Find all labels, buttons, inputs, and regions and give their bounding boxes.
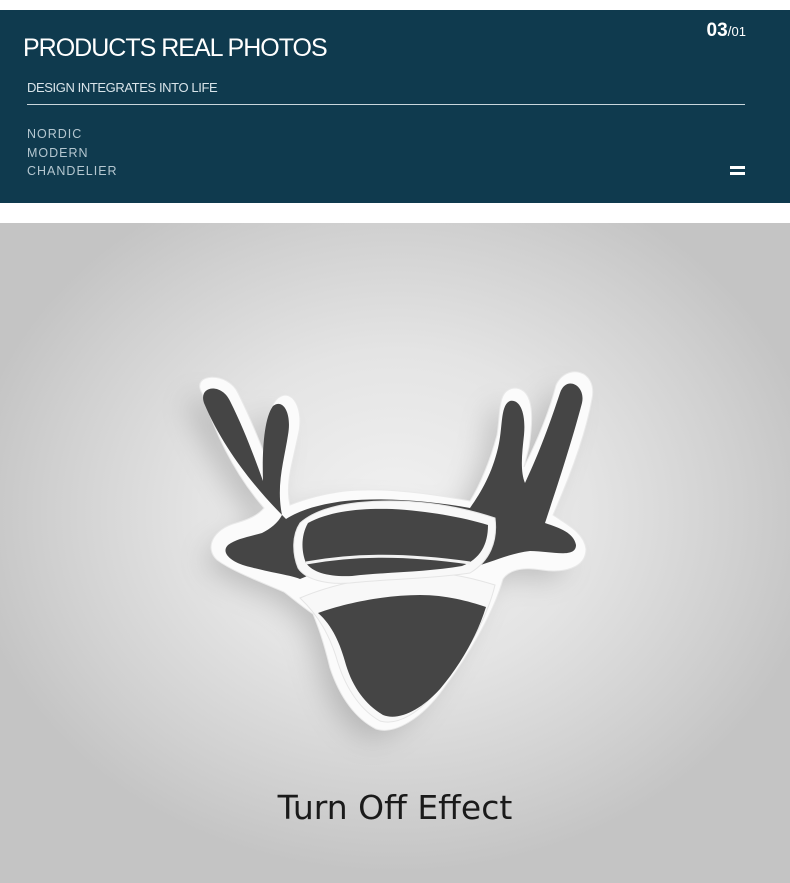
photo-caption: Turn Off Effect	[277, 788, 513, 827]
tagline-list: NORDIC MODERN CHANDELIER	[27, 125, 118, 181]
tagline-item: MODERN	[27, 145, 89, 160]
subtitle: DESIGN INTEGRATES INTO LIFE	[27, 80, 218, 95]
deer-head-lamp-image	[187, 371, 594, 738]
menu-icon-bar	[730, 166, 745, 169]
menu-icon[interactable]	[730, 166, 745, 176]
page-total: 01	[731, 24, 746, 39]
page-current: 03	[706, 20, 728, 41]
lamp-crescent	[293, 500, 497, 584]
menu-icon-bar	[730, 172, 745, 175]
tagline-item: CHANDELIER	[27, 164, 118, 178]
product-photo: Turn Off Effect	[0, 223, 790, 883]
divider	[27, 104, 745, 105]
header-banner: PRODUCTS REAL PHOTOS 03/01 DESIGN INTEGR…	[0, 10, 790, 203]
page-title: PRODUCTS REAL PHOTOS	[23, 34, 328, 62]
page-indicator: 03/01	[707, 20, 747, 42]
tagline-item: NORDIC	[27, 127, 83, 141]
